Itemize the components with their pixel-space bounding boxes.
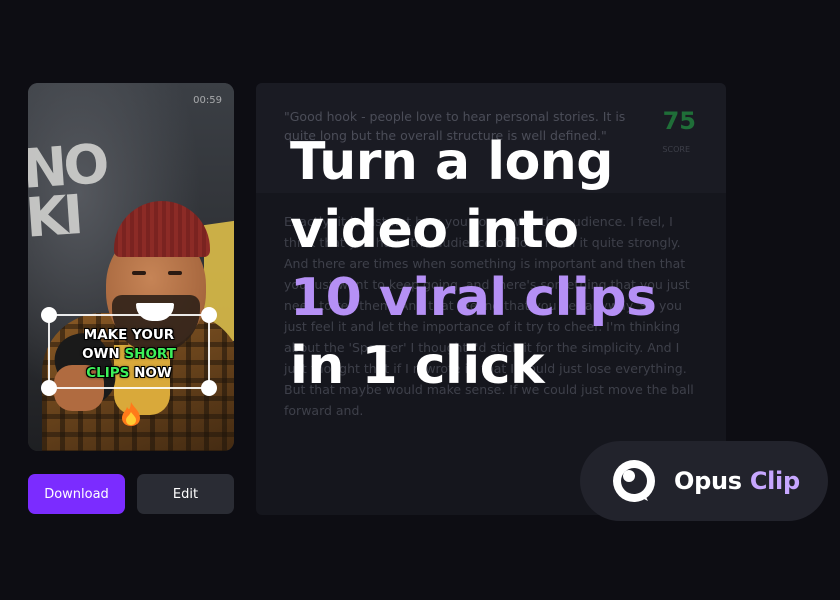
caption-selection-box[interactable]: MAKE YOUR OWN SHORT CLIPS NOW bbox=[41, 307, 217, 396]
video-preview[interactable]: NO KI 00:59 MAKE YOUR OWN SHORT CLIPS NOW bbox=[28, 83, 234, 451]
resize-handle-top-right[interactable] bbox=[201, 307, 217, 323]
headline-line-2: video into bbox=[290, 200, 579, 260]
caption-line-3: CLIPS NOW bbox=[50, 364, 208, 383]
caption-line-2: OWN SHORT bbox=[50, 345, 208, 364]
headline: Turn a long video into 10 viral clips in… bbox=[290, 128, 657, 400]
virality-score: 75 bbox=[662, 107, 696, 135]
opus-logo-icon bbox=[613, 460, 655, 502]
score-label: SCORE bbox=[662, 145, 690, 154]
caption-line-1: MAKE YOUR bbox=[83, 327, 175, 343]
edit-button[interactable]: Edit bbox=[137, 474, 234, 514]
caption-line-3-suffix: NOW bbox=[129, 365, 172, 381]
brand-name-part-2: Clip bbox=[749, 467, 800, 495]
graffiti-art: NO KI bbox=[28, 132, 108, 250]
download-button[interactable]: Download bbox=[28, 474, 125, 514]
caption-text[interactable]: MAKE YOUR OWN SHORT CLIPS NOW bbox=[50, 326, 208, 383]
caption-highlight-clips: CLIPS bbox=[86, 365, 130, 381]
resize-handle-top-left[interactable] bbox=[41, 307, 57, 323]
person-eye-left bbox=[132, 271, 146, 275]
person-eye-right bbox=[168, 271, 182, 275]
video-timestamp: 00:59 bbox=[193, 95, 222, 106]
caption-highlight-short: SHORT bbox=[124, 346, 176, 362]
brand-badge: Opus Clip bbox=[580, 441, 828, 521]
fire-icon bbox=[122, 402, 140, 426]
headline-line-1: Turn a long bbox=[290, 132, 614, 192]
headline-highlight: 10 viral clips bbox=[290, 268, 657, 328]
brand-name: Opus Clip bbox=[674, 467, 800, 495]
caption-line-2-prefix: OWN bbox=[82, 346, 125, 362]
brand-name-part-1: Opus bbox=[674, 467, 750, 495]
headline-line-4: in 1 click bbox=[290, 336, 545, 396]
